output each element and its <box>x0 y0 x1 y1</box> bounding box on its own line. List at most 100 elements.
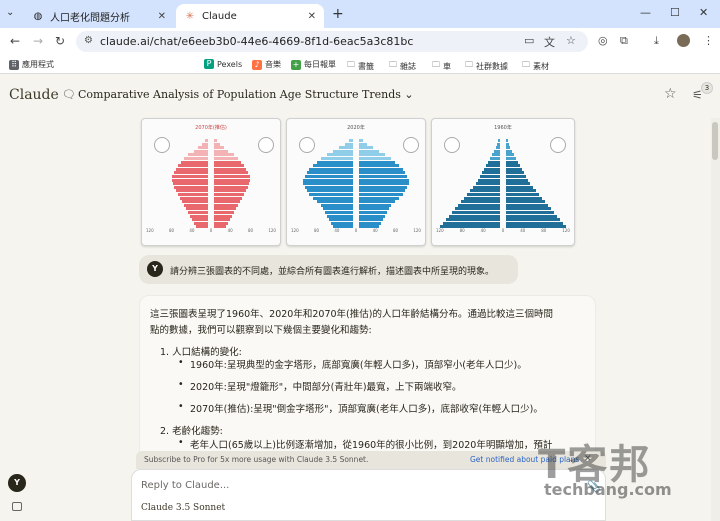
pyramid-bar <box>214 153 234 157</box>
population-pyramid-1960[interactable]: 1960年 120 80 40 0 40 80 120 <box>431 118 575 246</box>
axis-tick-label: 80 <box>392 228 399 233</box>
pyramid-bar <box>339 146 353 150</box>
pyramid-bar <box>359 175 407 178</box>
pyramid-bar <box>506 200 545 204</box>
pyramid-bar <box>359 196 399 200</box>
pyramid-bar <box>214 203 238 207</box>
pyramid-bar <box>506 178 528 182</box>
scrollbar-thumb[interactable] <box>712 122 718 160</box>
claude-favicon-icon: ✳ <box>185 10 195 22</box>
pyramid-bar <box>458 203 500 207</box>
puzzle-icon[interactable]: ⧉ <box>620 34 628 48</box>
pyramid-bar <box>464 196 500 200</box>
close-window-icon[interactable]: ✕ <box>699 6 708 19</box>
tab-population-analysis[interactable]: ◍ 人口老化問題分析 ✕ <box>24 4 174 28</box>
download-icon[interactable]: ⤓ <box>654 34 659 48</box>
bookmark-label: 應用程式 <box>22 60 54 69</box>
pyramid-bar <box>506 157 516 160</box>
pyramid-bar <box>359 207 389 211</box>
profile-avatar[interactable] <box>677 34 690 47</box>
chat-title[interactable]: Comparative Analysis of Population Age S… <box>78 88 414 101</box>
bookmark-folder[interactable]: 🗀 雜誌 <box>389 59 416 73</box>
tab-claude[interactable]: ✳ Claude ✕ <box>176 4 324 28</box>
pyramid-bar <box>323 207 353 211</box>
maximize-icon[interactable]: ☐ <box>670 6 680 19</box>
response-bullet: 2020年:呈現"燈籠形"，中間部分(青壯年)最寬，上下兩端收窄。 <box>190 382 462 393</box>
bookmark-folder[interactable]: 🗀 車 <box>432 59 451 73</box>
pyramid-bar <box>174 171 208 175</box>
reply-composer[interactable]: Reply to Claude... Claude 3.5 Sonnet 📎 <box>131 469 606 521</box>
sidebar-toggle-icon[interactable] <box>12 502 22 511</box>
bookmark-folder[interactable]: 🗀 書籤 <box>347 59 374 73</box>
address-bar[interactable]: ⚙ claude.ai/chat/e6eeb3b0-44e6-4669-8f1d… <box>76 31 588 52</box>
extension-icon[interactable]: ◎ <box>598 34 608 47</box>
elder-face-icon <box>403 137 419 153</box>
translate-icon[interactable]: 文 <box>544 34 555 50</box>
bookmark-daily[interactable]: + 每日報單 <box>291 59 336 70</box>
population-pyramid-2020[interactable]: 2020年 120 80 40 0 40 80 120 <box>286 118 426 246</box>
reload-icon[interactable]: ↻ <box>55 34 65 48</box>
pyramid-bar <box>186 207 208 211</box>
forward-icon[interactable]: → <box>33 34 43 48</box>
folder-icon: 🗀 <box>465 60 473 69</box>
pyramid-bar <box>506 218 560 222</box>
close-tab-icon[interactable]: ✕ <box>308 11 316 22</box>
site-info-icon[interactable]: ⚙ <box>84 35 93 46</box>
pyramid-bar <box>506 182 530 186</box>
bookmark-pexels[interactable]: P Pexels <box>204 59 242 69</box>
pyramid-bar <box>307 189 353 193</box>
music-icon: ♪ <box>252 59 262 70</box>
bookmark-star-icon[interactable]: ☆ <box>566 34 576 47</box>
pyramid-bar <box>214 149 228 153</box>
techbang-watermark: T客邦 techbang.com <box>538 432 708 504</box>
star-chat-icon[interactable]: ☆ <box>664 86 677 102</box>
bookmark-folder[interactable]: 🗀 社群數據 <box>465 59 508 73</box>
pyramid-title: 1960年 <box>494 125 512 131</box>
pyramid-bar <box>359 211 387 214</box>
bullet-icon: • <box>178 357 184 368</box>
pyramid-bar <box>461 200 500 204</box>
bookmark-music[interactable]: ♪ 音樂 <box>252 59 281 70</box>
cast-icon[interactable]: ▭ <box>524 34 534 47</box>
pyramid-bar <box>359 142 367 146</box>
bookmark-label: 音樂 <box>265 60 281 69</box>
pyramid-bar <box>345 142 353 146</box>
plus-icon: + <box>291 59 301 70</box>
axis-tick-label: 40 <box>227 228 233 233</box>
axis-tick-label: 120 <box>413 228 421 233</box>
axis-tick-label: 40 <box>334 228 340 233</box>
population-pyramid-2070[interactable]: 2070年(推估) 120 80 40 0 40 80 120 <box>141 118 281 246</box>
claude-logo[interactable]: Claude <box>9 87 59 103</box>
elder-face-icon <box>550 137 566 153</box>
pyramid-bar <box>506 189 536 193</box>
bookmark-apps[interactable]: ⠿ 應用程式 <box>9 59 54 70</box>
pyramid-bar <box>506 196 542 200</box>
bookmark-label: 車 <box>443 61 451 71</box>
bookmark-folder[interactable]: 🗀 素材 <box>522 59 549 73</box>
pyramid-bar <box>214 196 242 200</box>
back-icon[interactable]: ← <box>10 34 20 48</box>
pyramid-bar <box>359 218 383 222</box>
pyramid-bar <box>214 189 246 193</box>
pyramid-bar <box>329 218 353 222</box>
globe-icon: ◍ <box>33 10 43 22</box>
pyramid-title: 2070年(推估) <box>195 125 227 131</box>
pyramid-bar <box>214 218 230 222</box>
close-tab-icon[interactable]: ✕ <box>158 11 166 22</box>
pyramid-bar <box>313 196 353 200</box>
pyramid-bar <box>488 160 500 164</box>
tab-label: 人口老化問題分析 <box>50 12 130 24</box>
new-tab-icon[interactable]: + <box>332 6 344 22</box>
model-selector[interactable]: Claude 3.5 Sonnet <box>141 503 225 513</box>
pyramid-bar <box>214 207 236 211</box>
minimize-icon[interactable]: — <box>640 6 651 19</box>
pyramid-bar <box>449 214 500 218</box>
attached-images[interactable]: 2070年(推估) 120 80 40 0 40 80 120 2020年 120 80 40 0… <box>139 118 576 246</box>
user-avatar-sidebar[interactable]: Y <box>8 474 26 492</box>
menu-icon[interactable]: ⋮ <box>703 34 714 47</box>
child-face-icon <box>299 137 315 153</box>
tab-search-icon[interactable]: ⌄ <box>6 7 14 18</box>
reply-placeholder[interactable]: Reply to Claude... <box>141 480 229 491</box>
scrollbar[interactable] <box>711 118 720 521</box>
bookmark-label: 每日報單 <box>304 60 336 69</box>
